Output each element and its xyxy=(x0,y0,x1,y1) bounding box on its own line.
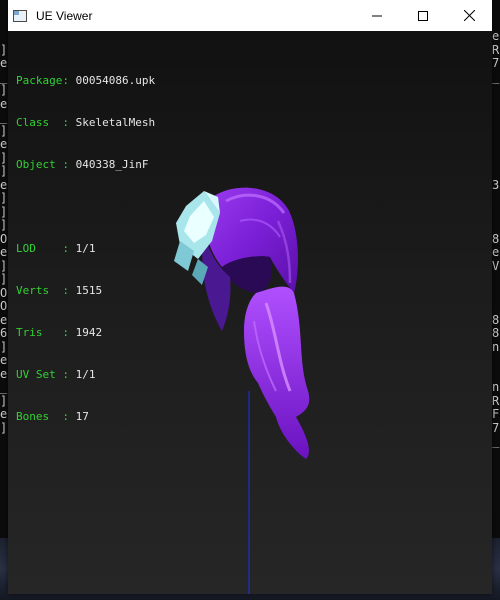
console-fragment: ] xyxy=(0,420,8,435)
console-fragment xyxy=(492,111,500,125)
console-fragment: _ xyxy=(492,434,500,448)
console-fragment: e xyxy=(492,245,500,259)
console-fragment: 7 xyxy=(492,56,500,70)
console-fragment xyxy=(492,273,500,287)
console-fragment: 8 xyxy=(492,231,500,246)
console-fragment: ] xyxy=(0,258,8,273)
console-fragment: ] xyxy=(0,272,8,286)
console-fragment: O xyxy=(0,231,8,246)
console-fragment: _ xyxy=(0,69,8,84)
console-fragment: e xyxy=(492,30,500,43)
console-fragment: e xyxy=(0,137,8,151)
console-fragment xyxy=(492,354,500,368)
console-fragment: ] xyxy=(0,339,8,354)
console-fragment: e xyxy=(0,96,8,111)
console-fragment: _ xyxy=(0,380,8,394)
console-fragment: R xyxy=(492,393,500,408)
console-fragment: e xyxy=(0,353,8,367)
close-icon xyxy=(463,10,475,21)
console-fragment: ] xyxy=(0,204,8,219)
console-fragment: _ xyxy=(492,69,500,84)
window-title: UE Viewer xyxy=(36,8,93,23)
console-fragment xyxy=(492,449,500,463)
console-fragment xyxy=(492,138,500,152)
console-fragment xyxy=(492,462,500,476)
minimize-button[interactable] xyxy=(354,0,400,31)
console-fragment: R xyxy=(492,42,500,57)
console-fragment: ] xyxy=(0,123,8,138)
console-fragment: e xyxy=(0,312,8,327)
console-fragment: ] xyxy=(0,150,8,165)
console-fragment xyxy=(492,368,500,382)
console-fragment: O xyxy=(0,299,8,313)
console-fragment xyxy=(492,206,500,220)
console-fragment xyxy=(492,287,500,301)
console-fragment: ] xyxy=(0,191,8,205)
title-bar[interactable]: UE Viewer xyxy=(8,0,492,31)
background-console-right: e R 7 _ 3 8 e V 8 8 n n R F 7 _ xyxy=(492,30,500,600)
close-button[interactable] xyxy=(446,0,492,31)
console-fragment xyxy=(492,98,500,112)
console-fragment xyxy=(0,30,8,44)
console-fragment: n xyxy=(492,380,500,394)
console-fragment xyxy=(492,152,500,166)
maximize-icon xyxy=(418,10,428,21)
console-fragment: e xyxy=(0,366,8,381)
console-fragment: V xyxy=(492,258,500,273)
console-fragment: n xyxy=(492,339,500,354)
console-fragment: 3 xyxy=(492,177,500,192)
console-fragment: ] xyxy=(0,83,8,97)
skeletal-mesh-render xyxy=(174,187,310,594)
3d-viewport[interactable]: Package: 00054086.upk Class : SkeletalMe… xyxy=(8,31,492,594)
app-window-icon xyxy=(12,8,28,24)
maximize-button[interactable] xyxy=(400,0,446,31)
console-fragment: F xyxy=(492,407,500,421)
console-fragment: ] xyxy=(0,218,8,232)
hair-tail xyxy=(244,286,310,459)
console-fragment: 8 xyxy=(492,326,500,340)
console-fragment: e xyxy=(0,245,8,259)
console-fragment xyxy=(492,125,500,139)
ue-viewer-window: UE Viewer Package: 00054086.upk Class : … xyxy=(8,0,492,594)
console-fragment xyxy=(492,84,500,98)
minimize-icon xyxy=(372,15,382,16)
console-fragment: e xyxy=(0,177,8,192)
console-fragment: 8 xyxy=(492,312,500,327)
console-fragment: e xyxy=(0,407,8,421)
console-fragment xyxy=(492,300,500,314)
console-fragment: e xyxy=(0,56,8,70)
console-fragment: _ xyxy=(0,110,8,124)
background-console-left: ] e _] e _] e]] e]]] Oe]] O Oe 6] e e _] e] xyxy=(0,30,8,600)
console-fragment xyxy=(492,219,500,233)
console-fragment: O xyxy=(0,285,8,300)
console-fragment: ] xyxy=(0,42,8,57)
console-fragment: 6 xyxy=(0,326,8,340)
console-fragment xyxy=(492,165,500,179)
console-fragment: ] xyxy=(0,164,8,178)
console-fragment: 7 xyxy=(492,420,500,435)
console-fragment: ] xyxy=(0,393,8,408)
console-fragment xyxy=(492,192,500,206)
